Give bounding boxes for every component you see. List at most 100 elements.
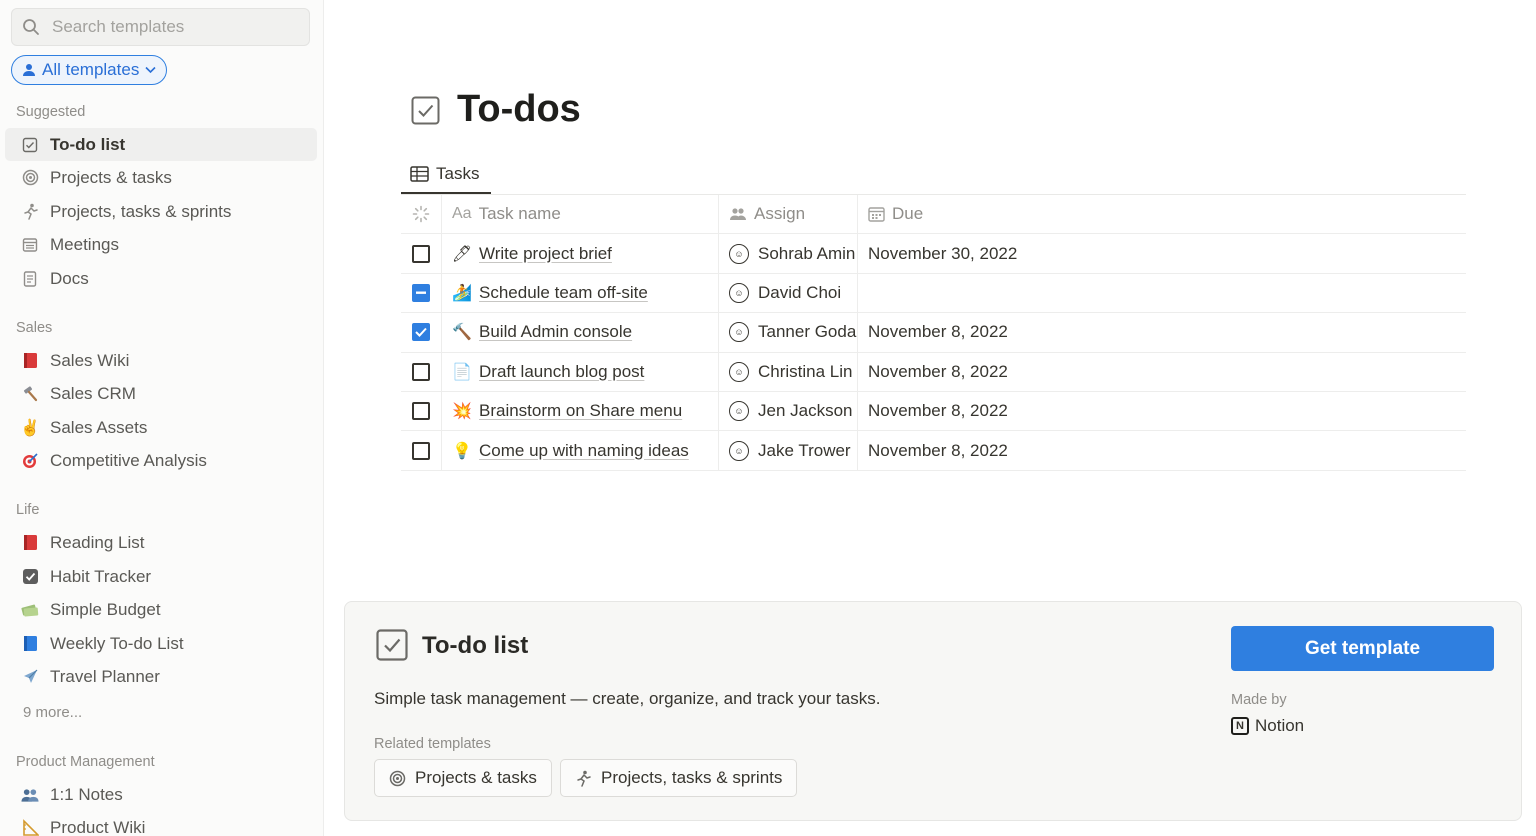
task-checkbox[interactable] xyxy=(412,441,430,460)
search-box[interactable] xyxy=(11,8,310,46)
task-checkbox-checked[interactable] xyxy=(412,323,430,342)
table-row[interactable]: 💡 Come up with naming ideas ☺ Jake Trower … xyxy=(401,431,1466,471)
sidebar-item-docs[interactable]: Docs xyxy=(5,262,317,295)
made-by-author: N Notion xyxy=(1231,716,1304,736)
related-templates-label: Related templates xyxy=(374,736,491,752)
avatar: ☺ xyxy=(729,243,749,264)
sidebar-item-weekly-to-do-list[interactable]: Weekly To-do List xyxy=(5,627,317,660)
avatar: ☺ xyxy=(729,440,749,461)
target-icon xyxy=(389,770,406,787)
sidebar-item-travel-planner[interactable]: Travel Planner xyxy=(5,660,317,693)
task-checkbox[interactable] xyxy=(412,402,430,421)
all-templates-filter-button[interactable]: All templates xyxy=(11,55,168,85)
template-info-card: To-do list Simple task management — crea… xyxy=(344,601,1522,821)
sidebar-item-label: Competitive Analysis xyxy=(50,450,207,470)
hammer-icon: 🔨 xyxy=(452,324,472,342)
calendar-icon xyxy=(21,236,39,254)
section-label-life: Life xyxy=(16,502,40,518)
show-more-link[interactable]: 9 more... xyxy=(23,704,82,721)
red-book-icon xyxy=(21,352,39,370)
calendar-icon xyxy=(868,206,885,222)
tasks-table: Aa Task name Assign Due 🖊 Write project b… xyxy=(401,195,1466,471)
filter-label: All templates xyxy=(42,60,140,79)
task-name[interactable]: Write project brief xyxy=(479,244,612,264)
table-row[interactable]: 💥 Brainstorm on Share menu ☺ Jen Jackson N… xyxy=(401,391,1466,432)
table-header-row: Aa Task name Assign Due xyxy=(401,195,1466,235)
checkbox-icon xyxy=(376,629,408,666)
due-column-header[interactable]: Due xyxy=(858,195,1466,233)
task-name[interactable]: Build Admin console xyxy=(479,322,632,342)
sidebar-item-meetings[interactable]: Meetings xyxy=(5,228,317,261)
checkbox-icon xyxy=(21,136,39,154)
avatar: ☺ xyxy=(729,282,749,303)
sidebar-item-label: Product Wiki xyxy=(50,817,146,836)
assignee-name: Christina Lin xyxy=(758,361,853,381)
page-checkbox-icon xyxy=(411,96,440,130)
sidebar-item-sales-crm[interactable]: Sales CRM xyxy=(5,377,317,410)
task-name[interactable]: Schedule team off-site xyxy=(479,283,648,303)
task-name[interactable]: Brainstorm on Share menu xyxy=(479,401,682,421)
due-date: November 30, 2022 xyxy=(868,243,1018,263)
section-label-sales: Sales xyxy=(16,320,53,336)
task-checkbox-indeterminate[interactable] xyxy=(412,283,430,302)
sidebar-item-label: Travel Planner xyxy=(50,666,160,686)
sidebar-item-product-wiki[interactable]: Product Wiki xyxy=(5,811,317,836)
runner-icon xyxy=(21,203,39,221)
sidebar-item-to-do-list[interactable]: To-do list xyxy=(5,128,317,161)
sidebar-item-projects-tasks-sprints[interactable]: Projects, tasks & sprints xyxy=(5,195,317,228)
assignee-name: Sohrab Amin xyxy=(758,243,856,263)
related-template-label: Projects & tasks xyxy=(415,768,537,787)
sidebar-item-projects-tasks[interactable]: Projects & tasks xyxy=(5,161,317,194)
loading-spinner-icon xyxy=(412,205,430,223)
task-name-column-header[interactable]: Aa Task name xyxy=(442,195,719,234)
avatar: ☺ xyxy=(729,361,749,382)
status-column-header[interactable] xyxy=(401,195,442,234)
task-name[interactable]: Come up with naming ideas xyxy=(479,441,689,461)
money-icon xyxy=(21,601,39,619)
table-row[interactable]: 🔨 Build Admin console ☺ Tanner Goda Novemb… xyxy=(401,313,1466,353)
target-icon xyxy=(21,169,39,187)
sidebar-item-competitive-analysis[interactable]: Competitive Analysis xyxy=(5,444,317,477)
assignee-name: Jake Trower xyxy=(758,440,851,460)
sidebar-item-1-1-notes[interactable]: 1:1 Notes xyxy=(5,778,317,811)
assign-column-header[interactable]: Assign xyxy=(719,195,858,234)
surfer-icon: 🏄 xyxy=(452,284,472,302)
sidebar-item-simple-budget[interactable]: Simple Budget xyxy=(5,593,317,626)
column-label: Due xyxy=(892,204,924,224)
check-box-icon xyxy=(21,568,39,586)
dart-icon xyxy=(21,452,39,470)
sidebar-item-sales-wiki[interactable]: Sales Wiki xyxy=(5,344,317,377)
pen-icon: 🖊 xyxy=(451,245,473,263)
people-icon xyxy=(729,207,747,221)
sidebar-item-label: Projects, tasks & sprints xyxy=(50,201,232,221)
sidebar-item-label: To-do list xyxy=(50,134,126,154)
red-book-icon xyxy=(21,534,39,552)
related-template-label: Projects, tasks & sprints xyxy=(601,768,783,787)
person-icon xyxy=(22,63,36,77)
author-name: Notion xyxy=(1255,716,1305,735)
sidebar-item-label: Sales Wiki xyxy=(50,350,130,370)
task-checkbox[interactable] xyxy=(412,244,430,263)
avatar: ☺ xyxy=(729,401,749,422)
table-row[interactable]: 📄 Draft launch blog post ☺ Christina Lin N… xyxy=(401,352,1466,392)
search-input[interactable] xyxy=(52,17,292,37)
table-row[interactable]: 🖊 Write project brief ☺ Sohrab Amin Novemb… xyxy=(401,234,1466,274)
hammer-icon xyxy=(21,385,39,403)
sidebar-item-habit-tracker[interactable]: Habit Tracker xyxy=(5,560,317,593)
sidebar-item-sales-assets[interactable]: ✌️ Sales Assets xyxy=(5,411,317,444)
ruler-icon xyxy=(21,819,39,836)
table-row[interactable]: 🏄 Schedule team off-site ☺ David Choi xyxy=(401,273,1466,314)
column-label: Assign xyxy=(754,204,806,224)
assignee-name: Jen Jackson xyxy=(758,401,853,421)
get-template-button[interactable]: Get template xyxy=(1231,626,1494,671)
document-icon xyxy=(21,270,39,288)
sidebar-item-label: Docs xyxy=(50,268,89,288)
task-name[interactable]: Draft launch blog post xyxy=(479,362,644,382)
related-template-projects-tasks-sprints[interactable]: Projects, tasks & sprints xyxy=(560,759,798,797)
task-checkbox[interactable] xyxy=(412,362,430,381)
victory-hand-icon: ✌️ xyxy=(20,419,40,437)
sidebar-item-reading-list[interactable]: Reading List xyxy=(5,526,317,559)
related-template-projects-tasks[interactable]: Projects & tasks xyxy=(374,759,552,797)
assignee-name: David Choi xyxy=(758,282,842,302)
tab-tasks[interactable]: Tasks xyxy=(401,156,491,194)
